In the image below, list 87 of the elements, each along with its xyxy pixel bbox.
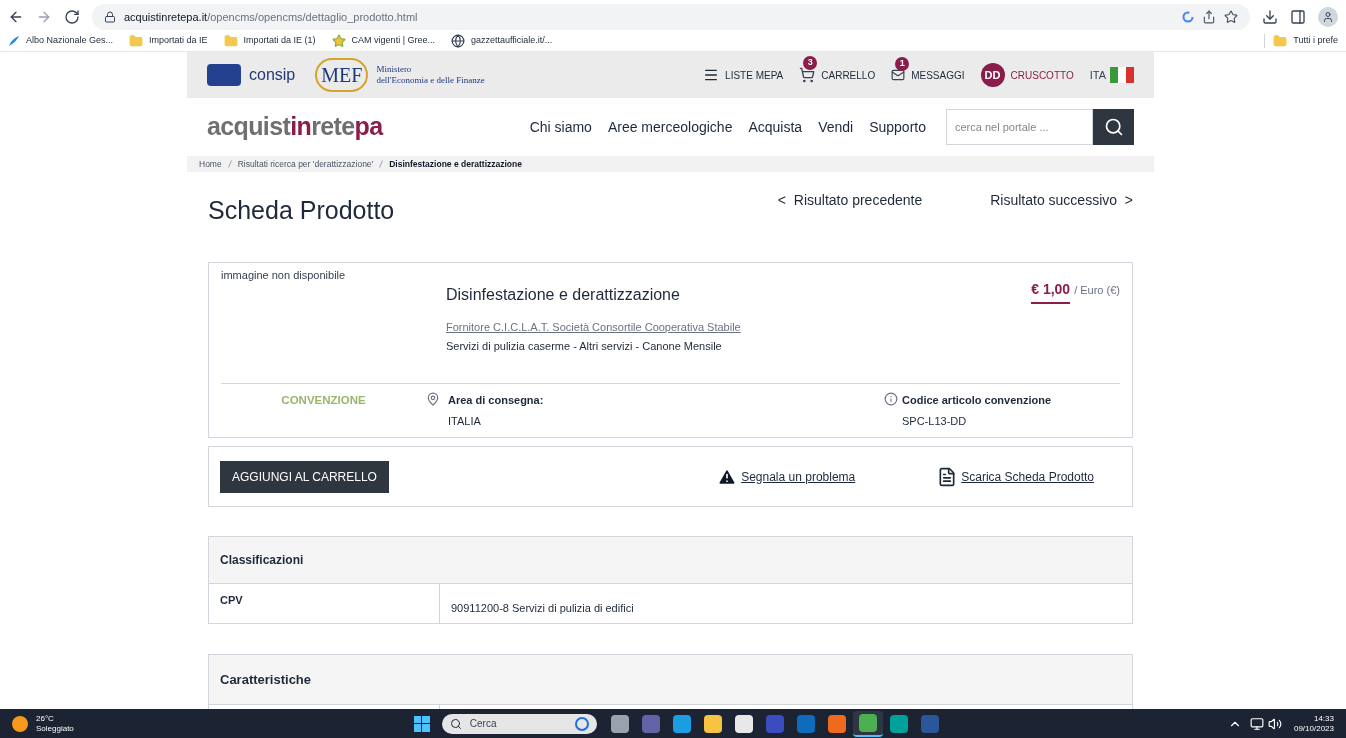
download-sheet-link[interactable]: Scarica Scheda Prodotto (961, 467, 1094, 486)
location-pin-icon (426, 392, 440, 406)
nav-link[interactable]: Aree merceologiche (607, 116, 733, 138)
image-alt-text: immagine non disponibile (221, 268, 346, 283)
folder-icon (129, 33, 144, 48)
nav-link[interactable]: Chi siamo (529, 116, 592, 138)
url-text: acquistinretepa.it/opencms/opencms/dettaglio_prodotto.html (124, 9, 419, 25)
bookmark-item[interactable]: Importati da IE (129, 33, 208, 48)
folder-icon (223, 33, 238, 48)
bookmark-item[interactable]: Albo Nazionale Ges... (8, 33, 114, 48)
clock-time: 14:33 (1313, 713, 1334, 724)
breadcrumb-separator-icon (227, 160, 232, 168)
product-name: Disinfestazione e derattizzazione (446, 285, 681, 305)
table-header: Caratteristiche (209, 655, 1132, 705)
previous-result-link[interactable]: < Risultato precedente (777, 190, 923, 211)
nav-link[interactable]: Acquista (748, 116, 803, 138)
search-button[interactable] (1093, 109, 1134, 145)
bookmark-item[interactable]: Importati da IE (1) (223, 33, 316, 48)
breadcrumb-link[interactable]: Disinfestazione e derattizzazione (389, 157, 522, 171)
delivery-area-label: Area di consegna: (448, 393, 545, 408)
download-icon[interactable] (1262, 9, 1278, 25)
top-bar-link[interactable]: LISTE MEPA (703, 67, 784, 83)
taskbar-app-icon[interactable] (852, 710, 883, 737)
globe-icon (451, 33, 465, 48)
bookmark-item[interactable]: Tutti i prefe (1264, 33, 1338, 48)
back-icon[interactable] (8, 9, 24, 25)
price: € 1,00 (1031, 279, 1071, 304)
info-icon (884, 392, 898, 406)
clock-date: 09/10/2023 (1293, 723, 1334, 734)
nav-link[interactable]: Vendi (818, 116, 854, 138)
top-bar-link[interactable]: CARRELLO (799, 67, 876, 83)
lock-icon (104, 11, 116, 23)
price-unit: / Euro (€) (1074, 283, 1120, 298)
share-icon[interactable] (1202, 10, 1216, 24)
breadcrumb-link[interactable]: Home (199, 157, 222, 171)
search-icon (449, 717, 462, 730)
site-logo[interactable]: acquistinretepa (207, 108, 383, 146)
page-title: Scheda Prodotto (208, 195, 395, 226)
windows-start-icon[interactable] (413, 715, 430, 732)
nav-link[interactable]: Supporto (869, 116, 926, 138)
menu-icon (703, 67, 720, 83)
count-badge: 1 (895, 56, 910, 71)
profile-avatar[interactable] (1318, 7, 1338, 27)
feather-icon (8, 34, 20, 47)
side-panel-icon[interactable] (1290, 9, 1306, 25)
table-header: Classificazioni (209, 537, 1132, 584)
taskbar-search-field[interactable]: Cerca (441, 713, 597, 734)
star-icon (331, 33, 346, 48)
volume-icon[interactable] (1267, 716, 1282, 731)
bookmark-item[interactable]: gazzettaufficiale.it/... (451, 33, 553, 48)
bookmark-star-icon[interactable] (1224, 10, 1238, 24)
product-category: Servizi di pulizia caserme - Altri servizi - Canone Mensile (446, 338, 723, 354)
pdf-file-icon (937, 466, 958, 487)
ministry-name: Ministero (376, 64, 413, 75)
network-icon[interactable] (1249, 716, 1264, 731)
bookmark-item[interactable]: CAM vigenti | Gree... (331, 33, 435, 48)
article-code-label: Codice articolo convenzione (902, 393, 1053, 408)
delivery-area-value: ITALIA (448, 413, 482, 429)
report-problem-link[interactable]: Segnala un problema (741, 467, 856, 486)
sun-icon (12, 715, 28, 732)
ministry-name: dell'Economia e delle Finanze (376, 75, 485, 86)
table-cell-text: 90911200-8 Servizi di pulizia di edifici (450, 601, 635, 616)
user-avatar: DD (980, 63, 1005, 87)
folder-icon (1273, 33, 1288, 48)
consip-logo-icon (207, 64, 241, 86)
address-bar[interactable]: acquistinretepa.it/opencms/opencms/dettaglio_prodotto.html (92, 4, 1250, 30)
count-badge: 3 (803, 56, 818, 70)
breadcrumb-link[interactable]: Risultati ricerca per 'derattizzazione' (237, 157, 374, 171)
search-field[interactable]: cerca nel portale ... (946, 109, 1093, 145)
top-bar-link[interactable]: DD CRUSCOTTO (980, 63, 1074, 87)
reload-icon[interactable] (64, 9, 80, 25)
next-result-link[interactable]: Risultato successivo > (990, 190, 1133, 211)
article-code-value: SPC-L13-DD (902, 413, 968, 429)
contract-type: CONVENZIONE (280, 393, 367, 408)
italy-flag-icon (1110, 67, 1134, 83)
consip-logo-text: consip (249, 65, 296, 85)
mail-icon (891, 68, 906, 82)
breadcrumb-separator-icon (379, 160, 384, 168)
mef-logo: MEF (315, 58, 369, 92)
search-icon (1103, 117, 1124, 137)
cart-icon (799, 67, 816, 83)
weather-text: Soleggiato (36, 723, 74, 734)
add-to-cart-button[interactable]: AGGIUNGI AL CARRELLO (220, 460, 389, 493)
table-cell: CPV (209, 584, 440, 623)
language-selector[interactable]: ITA (1089, 66, 1134, 84)
supplier-link[interactable]: Fornitore C.I.C.L.A.T. Società Consortile Cooperativa Stabile (446, 319, 1032, 336)
temperature: 26°C (36, 713, 55, 724)
